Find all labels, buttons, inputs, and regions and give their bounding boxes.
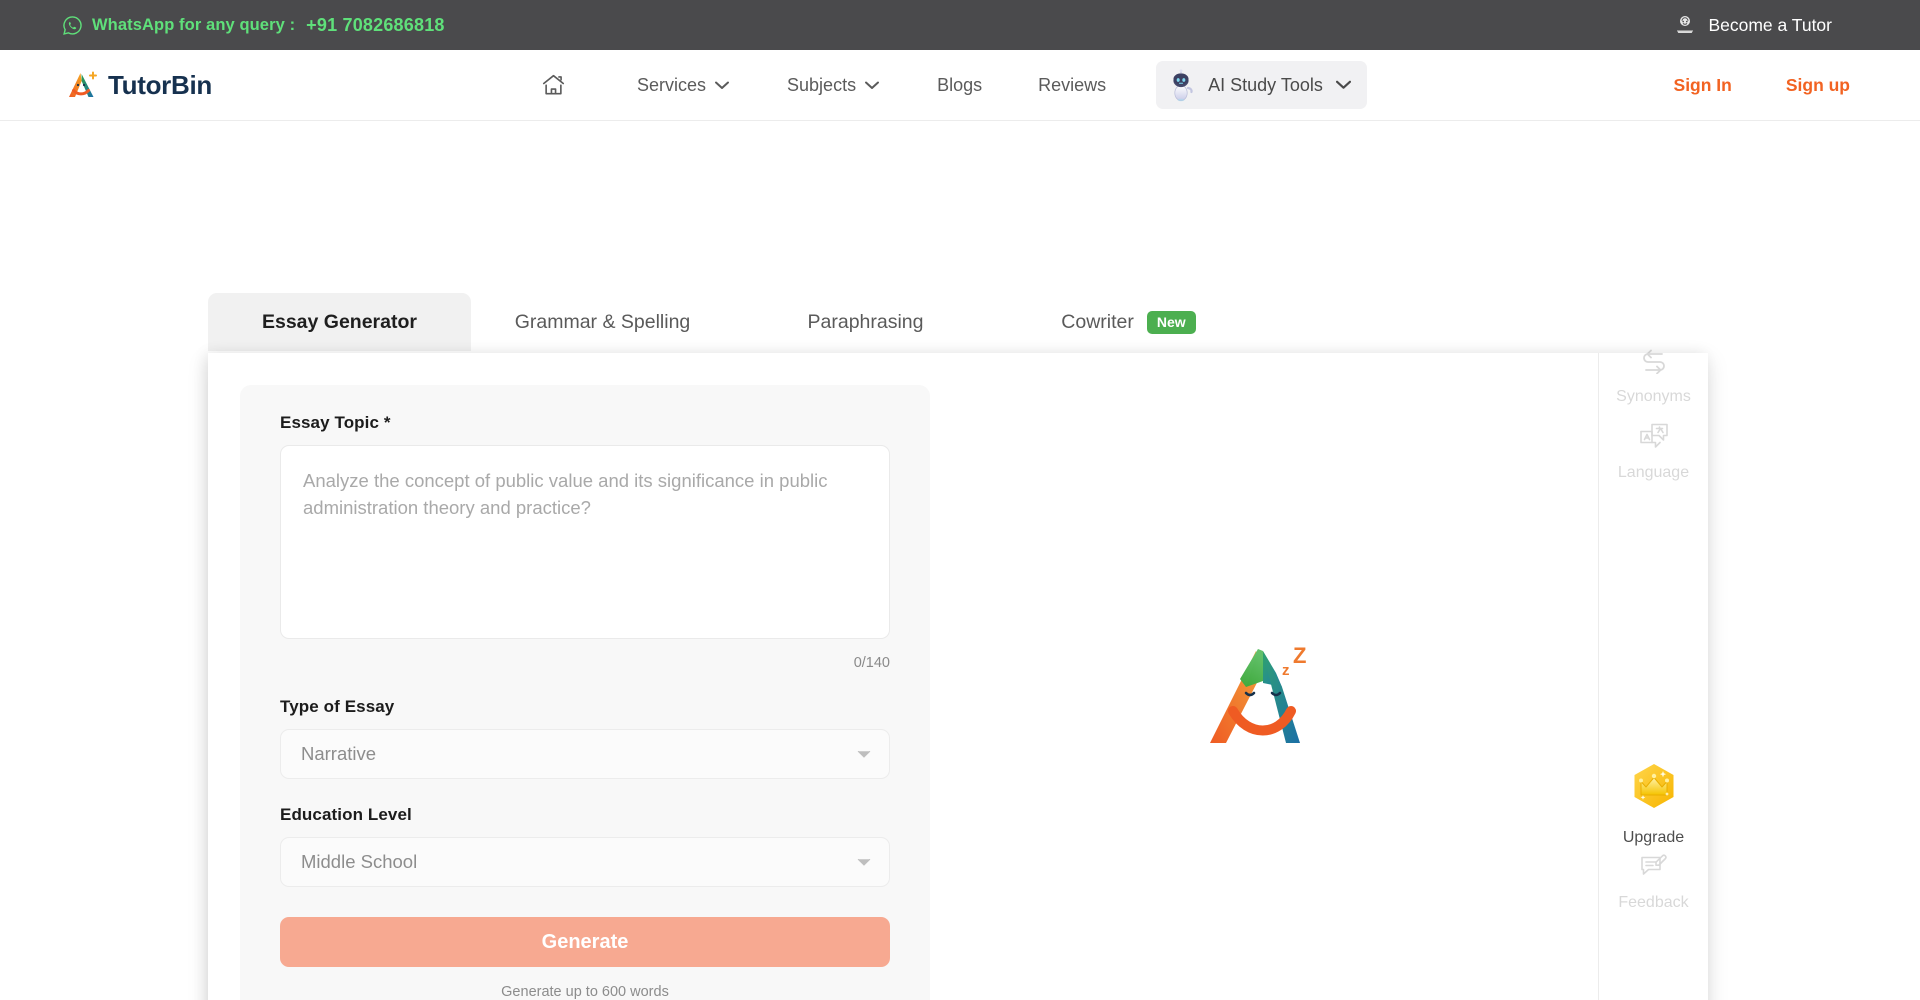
generate-button[interactable]: Generate bbox=[280, 917, 890, 967]
nav-item-subjects[interactable]: Subjects bbox=[787, 75, 879, 96]
type-of-essay-label: Type of Essay bbox=[280, 697, 890, 717]
sign-up-button[interactable]: Sign up bbox=[1786, 75, 1850, 96]
sidebar-item-language[interactable]: Language bbox=[1599, 423, 1708, 482]
education-level-label: Education Level bbox=[280, 805, 890, 825]
whatsapp-icon bbox=[62, 15, 83, 36]
main-navigation-bar: TutorBin Services Subjects Blogs bbox=[0, 50, 1920, 121]
tab-cowriter-label: Cowriter bbox=[1061, 311, 1134, 334]
nav-item-services-label: Services bbox=[637, 75, 706, 96]
ai-robot-icon bbox=[1164, 68, 1198, 102]
sidebar-item-synonyms[interactable]: Synonyms bbox=[1599, 348, 1708, 406]
essay-topic-input[interactable] bbox=[280, 445, 890, 639]
generate-note: Generate up to 600 words bbox=[280, 984, 890, 1000]
type-of-essay-value: Narrative bbox=[301, 743, 857, 765]
tab-essay-generator[interactable]: Essay Generator bbox=[208, 293, 471, 351]
nav-item-subjects-label: Subjects bbox=[787, 75, 856, 96]
auth-actions: Sign In Sign up bbox=[1674, 75, 1850, 96]
education-level-select[interactable]: Middle School bbox=[280, 837, 890, 887]
type-of-essay-select[interactable]: Narrative bbox=[280, 729, 890, 779]
chevron-down-icon bbox=[857, 750, 871, 759]
nav-item-blogs[interactable]: Blogs bbox=[937, 75, 982, 96]
home-icon[interactable] bbox=[540, 72, 567, 98]
top-announcement-bar: WhatsApp for any query : +91 7082686818 … bbox=[0, 0, 1920, 50]
tab-cowriter[interactable]: Cowriter New bbox=[997, 293, 1260, 351]
page-body: Essay Generator Grammar & Spelling Parap… bbox=[0, 121, 1920, 1000]
tab-essay-generator-label: Essay Generator bbox=[262, 311, 417, 334]
nav-links: Services Subjects Blogs Reviews bbox=[540, 61, 1367, 109]
nav-item-services[interactable]: Services bbox=[637, 75, 729, 96]
sleeping-a-mascot-icon: Z z bbox=[1196, 631, 1331, 766]
tool-tabs: Essay Generator Grammar & Spelling Parap… bbox=[208, 293, 1260, 351]
chevron-down-icon bbox=[715, 81, 729, 90]
tab-grammar-spelling[interactable]: Grammar & Spelling bbox=[471, 293, 734, 351]
sidebar-item-upgrade[interactable]: Upgrade bbox=[1599, 761, 1708, 847]
chevron-down-icon bbox=[865, 81, 879, 90]
sidebar-item-upgrade-label: Upgrade bbox=[1623, 829, 1684, 847]
essay-form-card: Essay Topic * 0/140 Type of Essay Narrat… bbox=[240, 385, 930, 1000]
ai-study-tools-dropdown[interactable]: AI Study Tools bbox=[1156, 61, 1367, 109]
tab-paraphrasing-label: Paraphrasing bbox=[808, 311, 924, 334]
tools-sidebar: Synonyms Language bbox=[1598, 353, 1708, 1000]
language-translate-icon bbox=[1639, 423, 1669, 455]
svg-text:z: z bbox=[1282, 662, 1290, 679]
whatsapp-phone[interactable]: +91 7082686818 bbox=[306, 15, 444, 36]
sidebar-item-feedback[interactable]: Feedback bbox=[1599, 853, 1708, 912]
become-a-tutor-label: Become a Tutor bbox=[1708, 15, 1832, 36]
sign-in-button[interactable]: Sign In bbox=[1674, 75, 1732, 96]
sidebar-item-feedback-label: Feedback bbox=[1618, 894, 1688, 912]
tutorbin-logo[interactable]: TutorBin bbox=[66, 70, 212, 101]
empty-state-area: Z z bbox=[968, 353, 1598, 1000]
tab-grammar-spelling-label: Grammar & Spelling bbox=[515, 311, 691, 334]
become-a-tutor-link[interactable]: Become a Tutor bbox=[1673, 13, 1832, 37]
essay-topic-label: Essay Topic * bbox=[280, 413, 890, 433]
sidebar-item-language-label: Language bbox=[1618, 464, 1689, 482]
svg-text:Z: Z bbox=[1293, 643, 1306, 668]
nav-item-reviews[interactable]: Reviews bbox=[1038, 75, 1106, 96]
essay-generator-panel: Essay Topic * 0/140 Type of Essay Narrat… bbox=[208, 353, 1708, 1000]
whatsapp-contact[interactable]: WhatsApp for any query : +91 7082686818 bbox=[62, 15, 445, 36]
tab-paraphrasing[interactable]: Paraphrasing bbox=[734, 293, 997, 351]
tutor-avatar-icon bbox=[1673, 13, 1697, 37]
tutorbin-logo-text: TutorBin bbox=[108, 70, 212, 101]
tutorbin-logo-icon bbox=[66, 70, 99, 100]
status-badge-new: New bbox=[1147, 311, 1196, 334]
upgrade-crown-icon bbox=[1627, 761, 1681, 820]
education-level-value: Middle School bbox=[301, 851, 857, 873]
character-counter: 0/140 bbox=[280, 655, 890, 671]
synonyms-swap-icon bbox=[1639, 348, 1669, 379]
chevron-down-icon bbox=[1336, 80, 1351, 90]
chevron-down-icon bbox=[857, 858, 871, 867]
sidebar-item-synonyms-label: Synonyms bbox=[1616, 388, 1691, 406]
panel-main-area: Essay Topic * 0/140 Type of Essay Narrat… bbox=[208, 353, 1598, 1000]
whatsapp-label: WhatsApp for any query : bbox=[92, 16, 295, 35]
nav-item-blogs-label: Blogs bbox=[937, 75, 982, 96]
ai-study-tools-label: AI Study Tools bbox=[1208, 75, 1323, 96]
feedback-write-icon bbox=[1639, 853, 1669, 885]
nav-item-reviews-label: Reviews bbox=[1038, 75, 1106, 96]
